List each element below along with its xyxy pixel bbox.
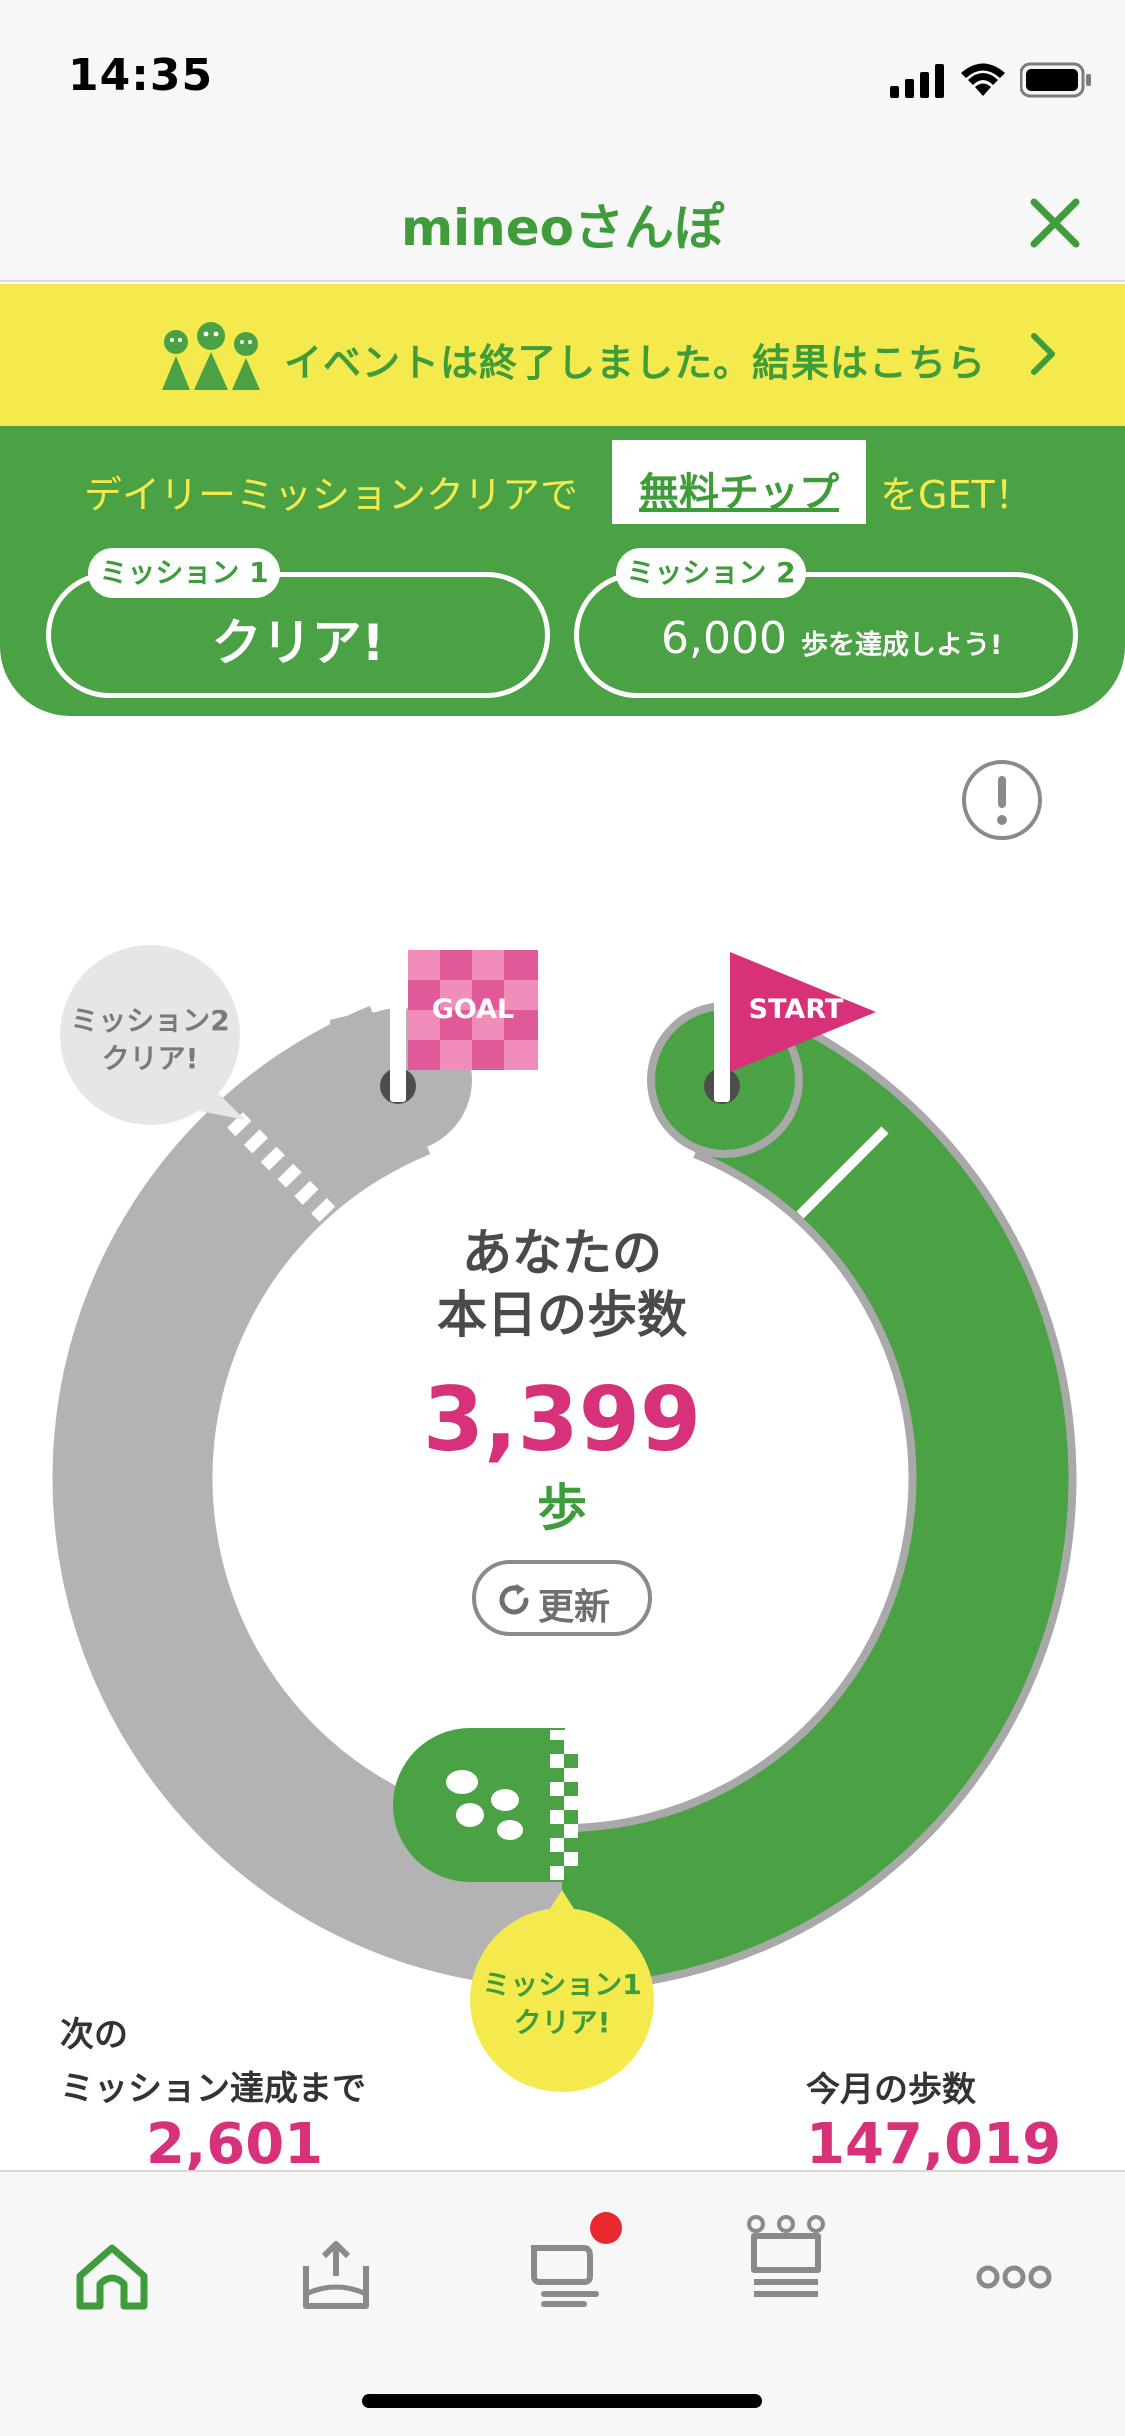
daily-mission-panel: デイリーミッションクリアで 無料チップ をGET！ クリア! ミッション 1 6…: [0, 426, 1125, 716]
status-bar: 14:35: [0, 0, 1125, 160]
mission1-status: クリア!: [211, 614, 385, 672]
battery-icon: [1020, 62, 1091, 98]
mission-prefix: デイリーミッションクリアで: [84, 473, 579, 517]
mission1-tab: ミッション 1: [88, 548, 280, 598]
home-indicator: [362, 2394, 762, 2408]
refresh-button[interactable]: 更新: [472, 1560, 652, 1636]
mission-suffix: をGET！: [880, 473, 1033, 517]
today-steps-value: 3,399: [422, 1368, 702, 1471]
mission2-text: 歩を達成しよう!: [801, 630, 1003, 661]
app-header: mineoさんぽ: [0, 160, 1125, 282]
chat-notification-badge: [590, 2212, 622, 2244]
start-label: START: [748, 994, 844, 1025]
mission1-checker-line: [550, 1730, 578, 1880]
month-steps-value: 147,019: [806, 2112, 1062, 2177]
next-mission-label: 次の ミッション達成まで: [60, 2008, 366, 2116]
crown-icon[interactable]: [746, 2214, 826, 2300]
page-title: mineoさんぽ: [400, 199, 725, 257]
wifi-icon: [961, 63, 1005, 96]
mission2-bubble-line2: クリア!: [101, 1042, 199, 1075]
free-tip-chip: 無料チップ: [612, 440, 866, 524]
mission2-bubble-line1: ミッション2: [70, 1004, 230, 1037]
next-mission-label-line2: ミッション達成まで: [60, 2069, 366, 2109]
refresh-label: 更新: [538, 1587, 611, 1628]
signal-icon: [890, 64, 944, 98]
chat-icon[interactable]: [524, 2238, 604, 2308]
current-position-marker: [393, 1728, 565, 1882]
month-steps-label: 今月の歩数: [806, 2070, 976, 2110]
mascot-trio-icon: [162, 322, 260, 390]
today-steps-heading: あなたの 本日の歩数: [362, 1222, 762, 1346]
close-icon[interactable]: [1020, 188, 1090, 258]
refresh-icon: [499, 1584, 529, 1615]
upload-box-icon[interactable]: [300, 2236, 372, 2314]
more-icon[interactable]: [976, 2262, 1052, 2292]
next-mission-remaining: 2,601: [146, 2112, 324, 2177]
free-tip-label: 無料チップ: [639, 470, 839, 516]
status-time: 14:35: [68, 50, 214, 101]
mission2-bubble-text: ミッション2 クリア!: [60, 1002, 240, 1078]
mission1-bubble-text: ミッション1 クリア!: [472, 1966, 652, 2042]
info-exclamation-icon[interactable]: [960, 758, 1044, 842]
today-steps-unit: 歩: [537, 1479, 587, 1537]
mission2-tab: ミッション 2: [616, 548, 806, 598]
mission2-steps: 6,000: [661, 613, 787, 664]
chevron-right-icon: [1031, 333, 1055, 375]
goal-label: GOAL: [431, 994, 515, 1025]
event-result-banner[interactable]: イベントは終了しました。結果はこちら: [0, 284, 1125, 426]
mission1-bubble-line1: ミッション1: [482, 1968, 642, 2001]
today-heading-line1: あなたの: [462, 1224, 662, 1282]
today-heading-line2: 本日の歩数: [437, 1286, 687, 1344]
banner-text: イベントは終了しました。結果はこちら: [284, 341, 987, 385]
home-icon[interactable]: [74, 2242, 150, 2312]
mission1-bubble-line2: クリア!: [513, 2006, 611, 2039]
next-mission-label-line1: 次の: [60, 2015, 128, 2055]
